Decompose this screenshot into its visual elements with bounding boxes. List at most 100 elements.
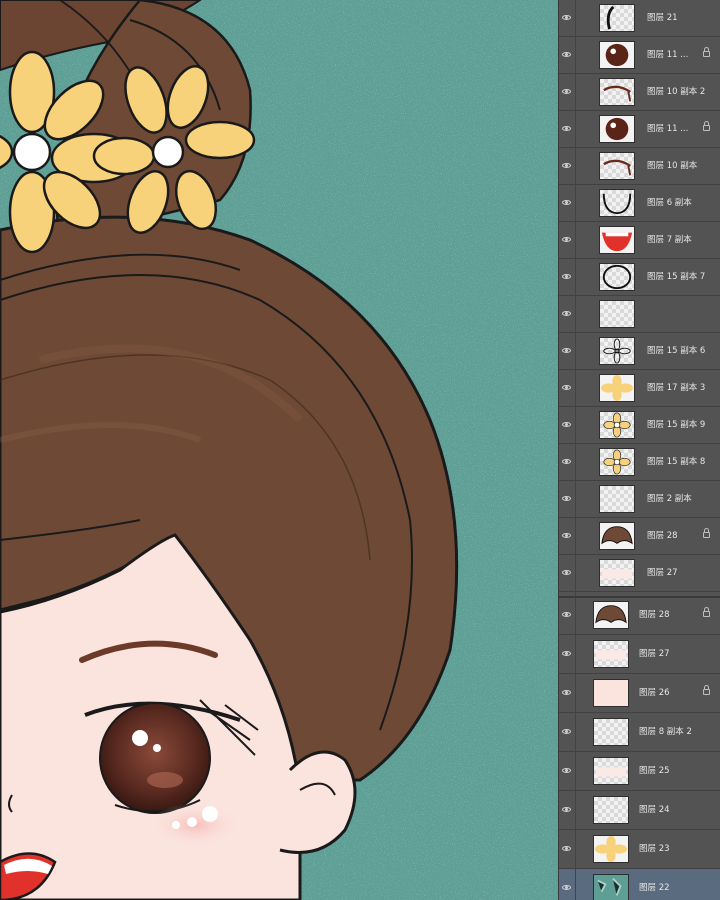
visibility-eye-icon[interactable]	[562, 885, 571, 890]
teal-bg-icon[interactable]	[593, 874, 629, 900]
visibility-eye-icon[interactable]	[562, 729, 571, 734]
layer-row[interactable]: 图层 15 副本 6	[559, 333, 720, 370]
hair-bun-icon[interactable]	[599, 522, 635, 550]
visibility-eye-icon[interactable]	[562, 807, 571, 812]
layer-name[interactable]: 图层 10 副本	[647, 160, 697, 172]
layer-name[interactable]: 图层 25	[639, 765, 670, 777]
layer-name[interactable]: 图层 15 副本 7	[647, 271, 705, 283]
layer-name[interactable]: 图层 27	[639, 648, 670, 660]
visibility-eye-icon[interactable]	[562, 200, 571, 205]
layer-name[interactable]: 图层 10 副本 2	[647, 86, 705, 98]
visibility-eye-icon[interactable]	[562, 126, 571, 131]
layer-name[interactable]: 图层 2 副本	[647, 493, 692, 505]
layers-panel-top[interactable]: 图层 21 图层 11 ... 图层 10 副本 2 图层 11 ... 图层 10 副…	[558, 0, 720, 600]
layer-name[interactable]: 图层 8 副本 2	[639, 726, 692, 738]
layer-thumbnail[interactable]	[599, 300, 635, 328]
visibility-eye-icon[interactable]	[562, 311, 571, 316]
circle-outline-icon[interactable]	[599, 263, 635, 291]
blank-pink[interactable]	[593, 640, 629, 668]
lash-arc-icon[interactable]	[599, 78, 635, 106]
visibility-eye-icon[interactable]	[562, 274, 571, 279]
layer-row[interactable]: 图层 8 副本 2	[559, 713, 720, 752]
visibility-eye-icon[interactable]	[562, 570, 571, 575]
layer-thumbnail[interactable]	[593, 796, 629, 824]
lock-icon	[703, 121, 710, 131]
visibility-eye-icon[interactable]	[562, 385, 571, 390]
visibility-eye-icon[interactable]	[562, 846, 571, 851]
flower-filled-icon[interactable]	[599, 374, 635, 402]
visibility-eye-icon[interactable]	[562, 348, 571, 353]
layer-row[interactable]: 图层 27	[559, 635, 720, 674]
layer-name[interactable]: 图层 11 ...	[647, 49, 688, 61]
lash-arc-icon[interactable]	[599, 152, 635, 180]
layer-thumbnail[interactable]	[599, 485, 635, 513]
skin-icon[interactable]	[593, 679, 629, 707]
visibility-eye-icon[interactable]	[562, 612, 571, 617]
layer-row[interactable]	[559, 296, 720, 333]
layer-row[interactable]: 图层 10 副本 2	[559, 74, 720, 111]
eye-ball-icon[interactable]	[599, 115, 635, 143]
eye-ball-icon[interactable]	[599, 41, 635, 69]
layer-row[interactable]: 图层 27	[559, 555, 720, 592]
visibility-eye-icon[interactable]	[562, 422, 571, 427]
flower-icon[interactable]	[599, 411, 635, 439]
layer-row[interactable]: 图层 2 副本	[559, 481, 720, 518]
layer-name[interactable]: 图层 27	[647, 567, 678, 579]
layer-name[interactable]: 图层 15 副本 8	[647, 456, 705, 468]
layer-name[interactable]: 图层 23	[639, 843, 670, 855]
blank-pink[interactable]	[599, 559, 635, 587]
hair-bun-icon[interactable]	[593, 601, 629, 629]
visibility-eye-icon[interactable]	[562, 459, 571, 464]
mouth-icon[interactable]	[599, 226, 635, 254]
layer-name[interactable]: 图层 22	[639, 882, 670, 894]
flower-outline-icon[interactable]	[599, 337, 635, 365]
layer-name[interactable]: 图层 28	[647, 530, 678, 542]
layer-name[interactable]: 图层 26	[639, 687, 670, 699]
layer-row[interactable]: 图层 17 副本 3	[559, 370, 720, 407]
layers-panel-bottom[interactable]: 图层 28 图层 27 图层 26 图层 8 副本 2 图层 25 图层 24 图层 23 图…	[558, 596, 720, 900]
layer-row[interactable]: 图层 6 副本	[559, 185, 720, 222]
layer-row[interactable]: 图层 11 ...	[559, 37, 720, 74]
layer-row[interactable]: 图层 15 副本 8	[559, 444, 720, 481]
layer-name[interactable]: 图层 11 ...	[647, 123, 688, 135]
layer-name[interactable]: 图层 15 副本 6	[647, 345, 705, 357]
layer-name[interactable]: 图层 7 副本	[647, 234, 692, 246]
blank-pink[interactable]	[593, 757, 629, 785]
stroke-icon[interactable]	[599, 4, 635, 32]
visibility-eye-icon[interactable]	[562, 533, 571, 538]
visibility-eye-icon[interactable]	[562, 89, 571, 94]
visibility-eye-icon[interactable]	[562, 52, 571, 57]
layer-row[interactable]: 图层 7 副本	[559, 222, 720, 259]
visibility-eye-icon[interactable]	[562, 496, 571, 501]
layer-name[interactable]: 图层 24	[639, 804, 670, 816]
flower-icon[interactable]	[599, 448, 635, 476]
layer-row[interactable]: 图层 23	[559, 830, 720, 869]
layer-name[interactable]: 图层 6 副本	[647, 197, 692, 209]
layer-name[interactable]: 图层 28	[639, 609, 670, 621]
layer-row[interactable]: 图层 15 副本 9	[559, 407, 720, 444]
layer-row[interactable]: 图层 11 ...	[559, 111, 720, 148]
layer-row[interactable]: 图层 28	[559, 518, 720, 555]
flower-filled-icon[interactable]	[593, 835, 629, 863]
visibility-eye-icon[interactable]	[562, 690, 571, 695]
layer-row[interactable]: 图层 15 副本 7	[559, 259, 720, 296]
visibility-eye-icon[interactable]	[562, 237, 571, 242]
visibility-eye-icon[interactable]	[562, 768, 571, 773]
layer-row[interactable]: 图层 26	[559, 674, 720, 713]
face-outline-icon[interactable]	[599, 189, 635, 217]
layer-row[interactable]: 图层 24	[559, 791, 720, 830]
layer-thumbnail[interactable]	[593, 718, 629, 746]
layer-name[interactable]: 图层 17 副本 3	[647, 382, 705, 394]
layer-row[interactable]: 图层 28	[559, 598, 720, 635]
layer-name[interactable]: 图层 21	[647, 12, 678, 24]
row-divider	[575, 444, 576, 480]
artwork-canvas[interactable]	[0, 0, 560, 900]
visibility-eye-icon[interactable]	[562, 15, 571, 20]
layer-row[interactable]: 图层 21	[559, 0, 720, 37]
layer-row[interactable]: 图层 10 副本	[559, 148, 720, 185]
layer-name[interactable]: 图层 15 副本 9	[647, 419, 705, 431]
visibility-eye-icon[interactable]	[562, 163, 571, 168]
layer-row[interactable]: 图层 25	[559, 752, 720, 791]
layer-row[interactable]: 图层 22	[559, 869, 720, 900]
visibility-eye-icon[interactable]	[562, 651, 571, 656]
